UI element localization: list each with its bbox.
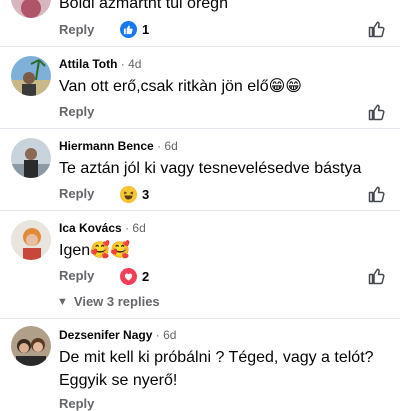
like-icon[interactable] xyxy=(368,103,386,121)
reaction-summary[interactable]: 1 xyxy=(120,21,149,38)
reaction-count: 2 xyxy=(142,269,150,284)
view-replies-button[interactable]: ▼ View 3 replies xyxy=(57,294,160,309)
timestamp: 6d xyxy=(163,328,177,342)
reply-button[interactable]: Reply xyxy=(59,104,94,119)
reply-button[interactable]: Reply xyxy=(59,186,94,201)
avatar[interactable] xyxy=(11,0,51,18)
reaction-count: 3 xyxy=(142,187,150,202)
comment-text-line: De mit kell ki próbálni ? Téged, vagy a … xyxy=(59,349,374,366)
avatar[interactable] xyxy=(11,220,51,260)
divider xyxy=(0,210,400,211)
reply-arrow-icon: ▼ xyxy=(57,295,68,308)
author-name[interactable]: Dezsenifer Nagy · 6d xyxy=(59,328,176,342)
like-icon[interactable] xyxy=(368,267,386,285)
reaction-count: 1 xyxy=(142,22,150,37)
timestamp: 6d xyxy=(164,139,178,153)
timestamp: 4d xyxy=(128,57,142,71)
like-icon[interactable] xyxy=(368,185,386,203)
comment-text: Te aztán jól ki vagy tesnevelésedve bást… xyxy=(59,160,362,177)
reaction-summary[interactable]: 3 xyxy=(120,186,149,203)
author-name[interactable]: Ica Kovács · 6d xyxy=(59,221,146,235)
author-name[interactable]: Hiermann Bence · 6d xyxy=(59,139,178,153)
thumbs-up-icon xyxy=(120,21,137,38)
reply-button[interactable]: Reply xyxy=(59,22,94,37)
avatar[interactable] xyxy=(11,138,51,178)
comment-text: Boldi azmártnt túl öregh xyxy=(59,0,228,12)
comment-text: Igen🥰🥰 xyxy=(59,242,130,259)
reply-button[interactable]: Reply xyxy=(59,268,94,283)
like-icon[interactable] xyxy=(368,20,386,38)
avatar[interactable] xyxy=(11,56,51,96)
timestamp: 6d xyxy=(132,221,146,235)
heart-icon xyxy=(120,268,137,285)
avatar[interactable] xyxy=(11,326,51,366)
laughing-face-icon xyxy=(120,186,137,203)
comment-text-line: Eggyik se nyerő! xyxy=(59,372,178,389)
reaction-summary[interactable]: 2 xyxy=(120,268,149,285)
divider xyxy=(0,318,400,319)
divider xyxy=(0,128,400,129)
comment-text: De mit kell ki próbálni ? Téged, vagy a … xyxy=(59,346,389,392)
reply-button[interactable]: Reply xyxy=(59,396,94,411)
divider xyxy=(0,46,400,47)
comment-text: Van ott erő,csak ritkàn jön elő😁😁 xyxy=(59,78,302,95)
author-name[interactable]: Attila Toth · 4d xyxy=(59,57,141,71)
